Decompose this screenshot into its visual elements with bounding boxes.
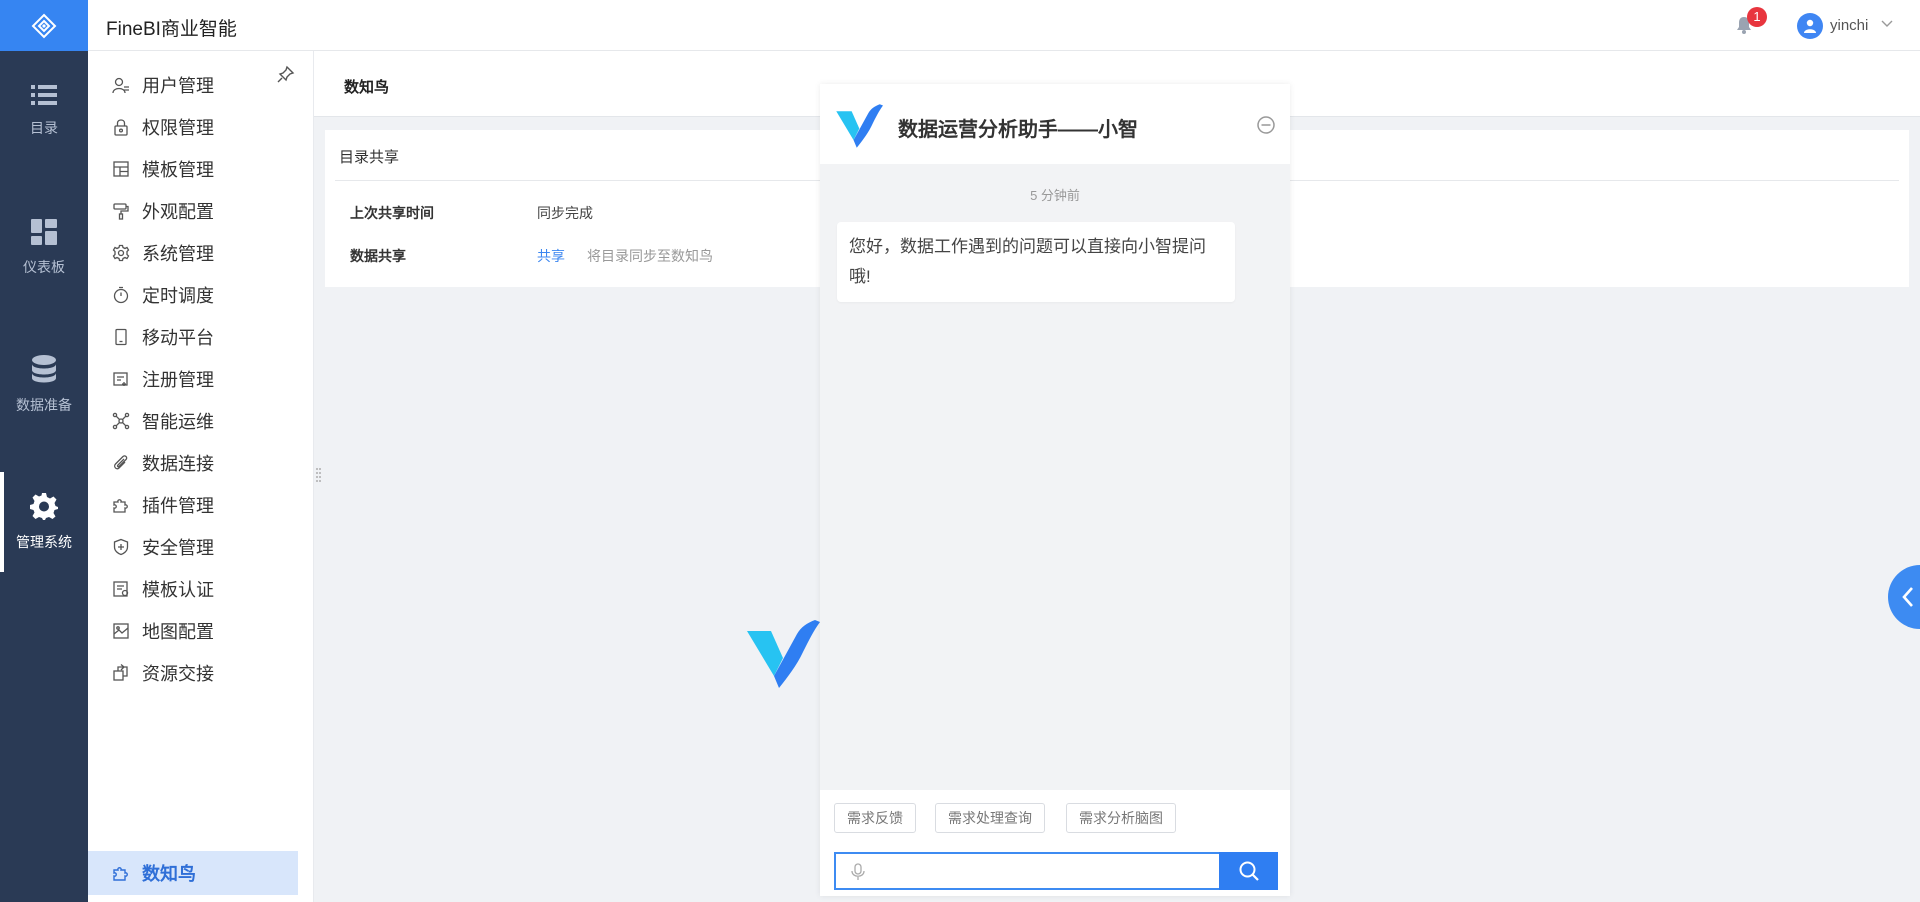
page-title: 数知鸟 [344,79,390,96]
map-icon [113,623,129,639]
username[interactable]: yinchi [1830,17,1868,34]
sidebar-item-label: 定时调度 [142,286,214,306]
minimize-icon[interactable] [1256,115,1276,135]
sidebar-item-label: 注册管理 [142,370,214,390]
sidebar-item-label: 数知鸟 [142,864,196,884]
rail-item-catalog[interactable]: 目录 [0,51,88,171]
chat-footer: 需求反馈 需求处理查询 需求分析脑图 [820,790,1290,896]
sidebar-item-label: 权限管理 [142,118,214,138]
paperclip-icon [114,455,128,470]
chat-input-box[interactable] [834,852,1234,890]
lock-icon [114,119,128,136]
message-timestamp: 5 分钟前 [1030,188,1080,203]
sidebar-item-label: 资源交接 [142,664,214,684]
rail-item-label: 数据准备 [16,397,72,413]
sidebar-item-mobile-platform[interactable]: 移动平台 [88,315,298,359]
sidebar-item-permission-management[interactable]: 权限管理 [88,105,298,149]
quick-reply-mindmap[interactable]: 需求分析脑图 [1066,803,1176,833]
last-share-time-value: 同步完成 [537,205,593,221]
assistant-message: 您好，数据工作遇到的问题可以直接向小智提问哦! [837,222,1235,302]
app-title: FineBI商业智能 [106,19,237,40]
sidebar-item-shuzhiniao[interactable]: 数知鸟 [88,851,298,895]
rail-item-data-prep[interactable]: 数据准备 [0,325,88,445]
side-panel-toggle[interactable] [1888,565,1920,629]
mobile-icon [115,328,127,346]
user-avatar-icon [1804,19,1816,33]
rail-item-label: 仪表板 [23,259,65,275]
sidebar-item-plugin-management[interactable]: 插件管理 [88,483,298,527]
rail-item-label: 管理系统 [16,534,72,550]
paint-roller-icon [113,203,129,220]
puzzle-icon [113,499,128,513]
network-icon [112,412,130,430]
sidebar-item-label: 外观配置 [142,202,214,222]
search-icon [1239,861,1259,881]
rail-item-admin[interactable]: 管理系统 [0,462,88,582]
sidebar-item-appearance[interactable]: 外观配置 [88,189,298,233]
app-logo[interactable] [0,0,88,51]
notification-badge: 1 [1747,7,1767,27]
template-icon [113,161,129,177]
resize-handle-icon[interactable] [316,467,321,485]
sidebar-item-scheduling[interactable]: 定时调度 [88,273,298,317]
sidebar-item-security[interactable]: 安全管理 [88,525,298,569]
rail-item-label: 目录 [30,120,58,136]
admin-sidebar: 用户管理 权限管理 模板管理 外观配置 系统管理 定时调度 移动平台 注册管理 … [88,51,314,902]
gear-icon [112,244,130,262]
last-share-time-label: 上次共享时间 [350,205,434,221]
user-icon [112,77,129,94]
chat-title: 数据运营分析助手——小智 [898,119,1138,141]
sidebar-item-label: 模板管理 [142,160,214,180]
bird-logo-icon [836,104,883,148]
sidebar-item-label: 数据连接 [142,454,214,474]
search-button[interactable] [1219,852,1278,890]
sidebar-item-label: 移动平台 [142,328,214,348]
sidebar-item-map-config[interactable]: 地图配置 [88,609,298,653]
rail-item-dashboard[interactable]: 仪表板 [0,188,88,308]
sidebar-item-label: 地图配置 [142,622,214,642]
sidebar-item-template-management[interactable]: 模板管理 [88,147,298,191]
bird-logo-icon [747,620,820,688]
sidebar-item-label: 安全管理 [142,538,214,558]
chevron-down-icon[interactable] [1880,17,1894,31]
sidebar-item-label: 系统管理 [142,244,214,264]
main-nav-rail: 目录 仪表板 数据准备 管理系统 [0,51,88,902]
certificate-icon [113,581,129,597]
puzzle-icon [113,867,128,881]
sidebar-item-user-management[interactable]: 用户管理 [88,63,298,107]
chat-panel: 数据运营分析助手——小智 5 分钟前 您好，数据工作遇到的问题可以直接向小智提问… [820,84,1290,896]
microphone-icon[interactable] [850,863,866,881]
sidebar-item-registration[interactable]: 注册管理 [88,357,298,401]
sidebar-item-smart-ops[interactable]: 智能运维 [88,399,298,443]
sidebar-item-label: 插件管理 [142,496,214,516]
sidebar-item-label: 用户管理 [142,76,214,96]
quick-reply-query[interactable]: 需求处理查询 [935,803,1045,833]
finebi-logo-icon [31,13,57,38]
register-icon [113,372,128,386]
sidebar-item-label: 智能运维 [142,412,214,432]
chat-header: 数据运营分析助手——小智 [820,84,1290,164]
chat-input[interactable] [876,858,1216,884]
handover-icon [113,664,128,681]
quick-reply-feedback[interactable]: 需求反馈 [834,803,916,833]
avatar[interactable] [1797,13,1823,39]
sidebar-item-label: 模板认证 [142,580,214,600]
shield-icon [113,538,129,556]
chevron-left-icon [1902,587,1913,607]
top-bar: FineBI商业智能 1 yinchi [0,0,1920,51]
sidebar-item-template-certification[interactable]: 模板认证 [88,567,298,611]
data-share-label: 数据共享 [350,248,406,264]
share-hint: 将目录同步至数知鸟 [587,248,713,264]
share-link[interactable]: 共享 [537,246,565,266]
timer-icon [113,286,129,304]
sidebar-item-data-connection[interactable]: 数据连接 [88,441,298,485]
sidebar-item-resource-handover[interactable]: 资源交接 [88,651,298,695]
sidebar-item-system-management[interactable]: 系统管理 [88,231,298,275]
card-title: 目录共享 [339,149,400,166]
database-icon [32,355,56,383]
gear-icon [30,493,58,520]
list-icon [31,85,57,105]
dashboard-icon [31,219,57,245]
